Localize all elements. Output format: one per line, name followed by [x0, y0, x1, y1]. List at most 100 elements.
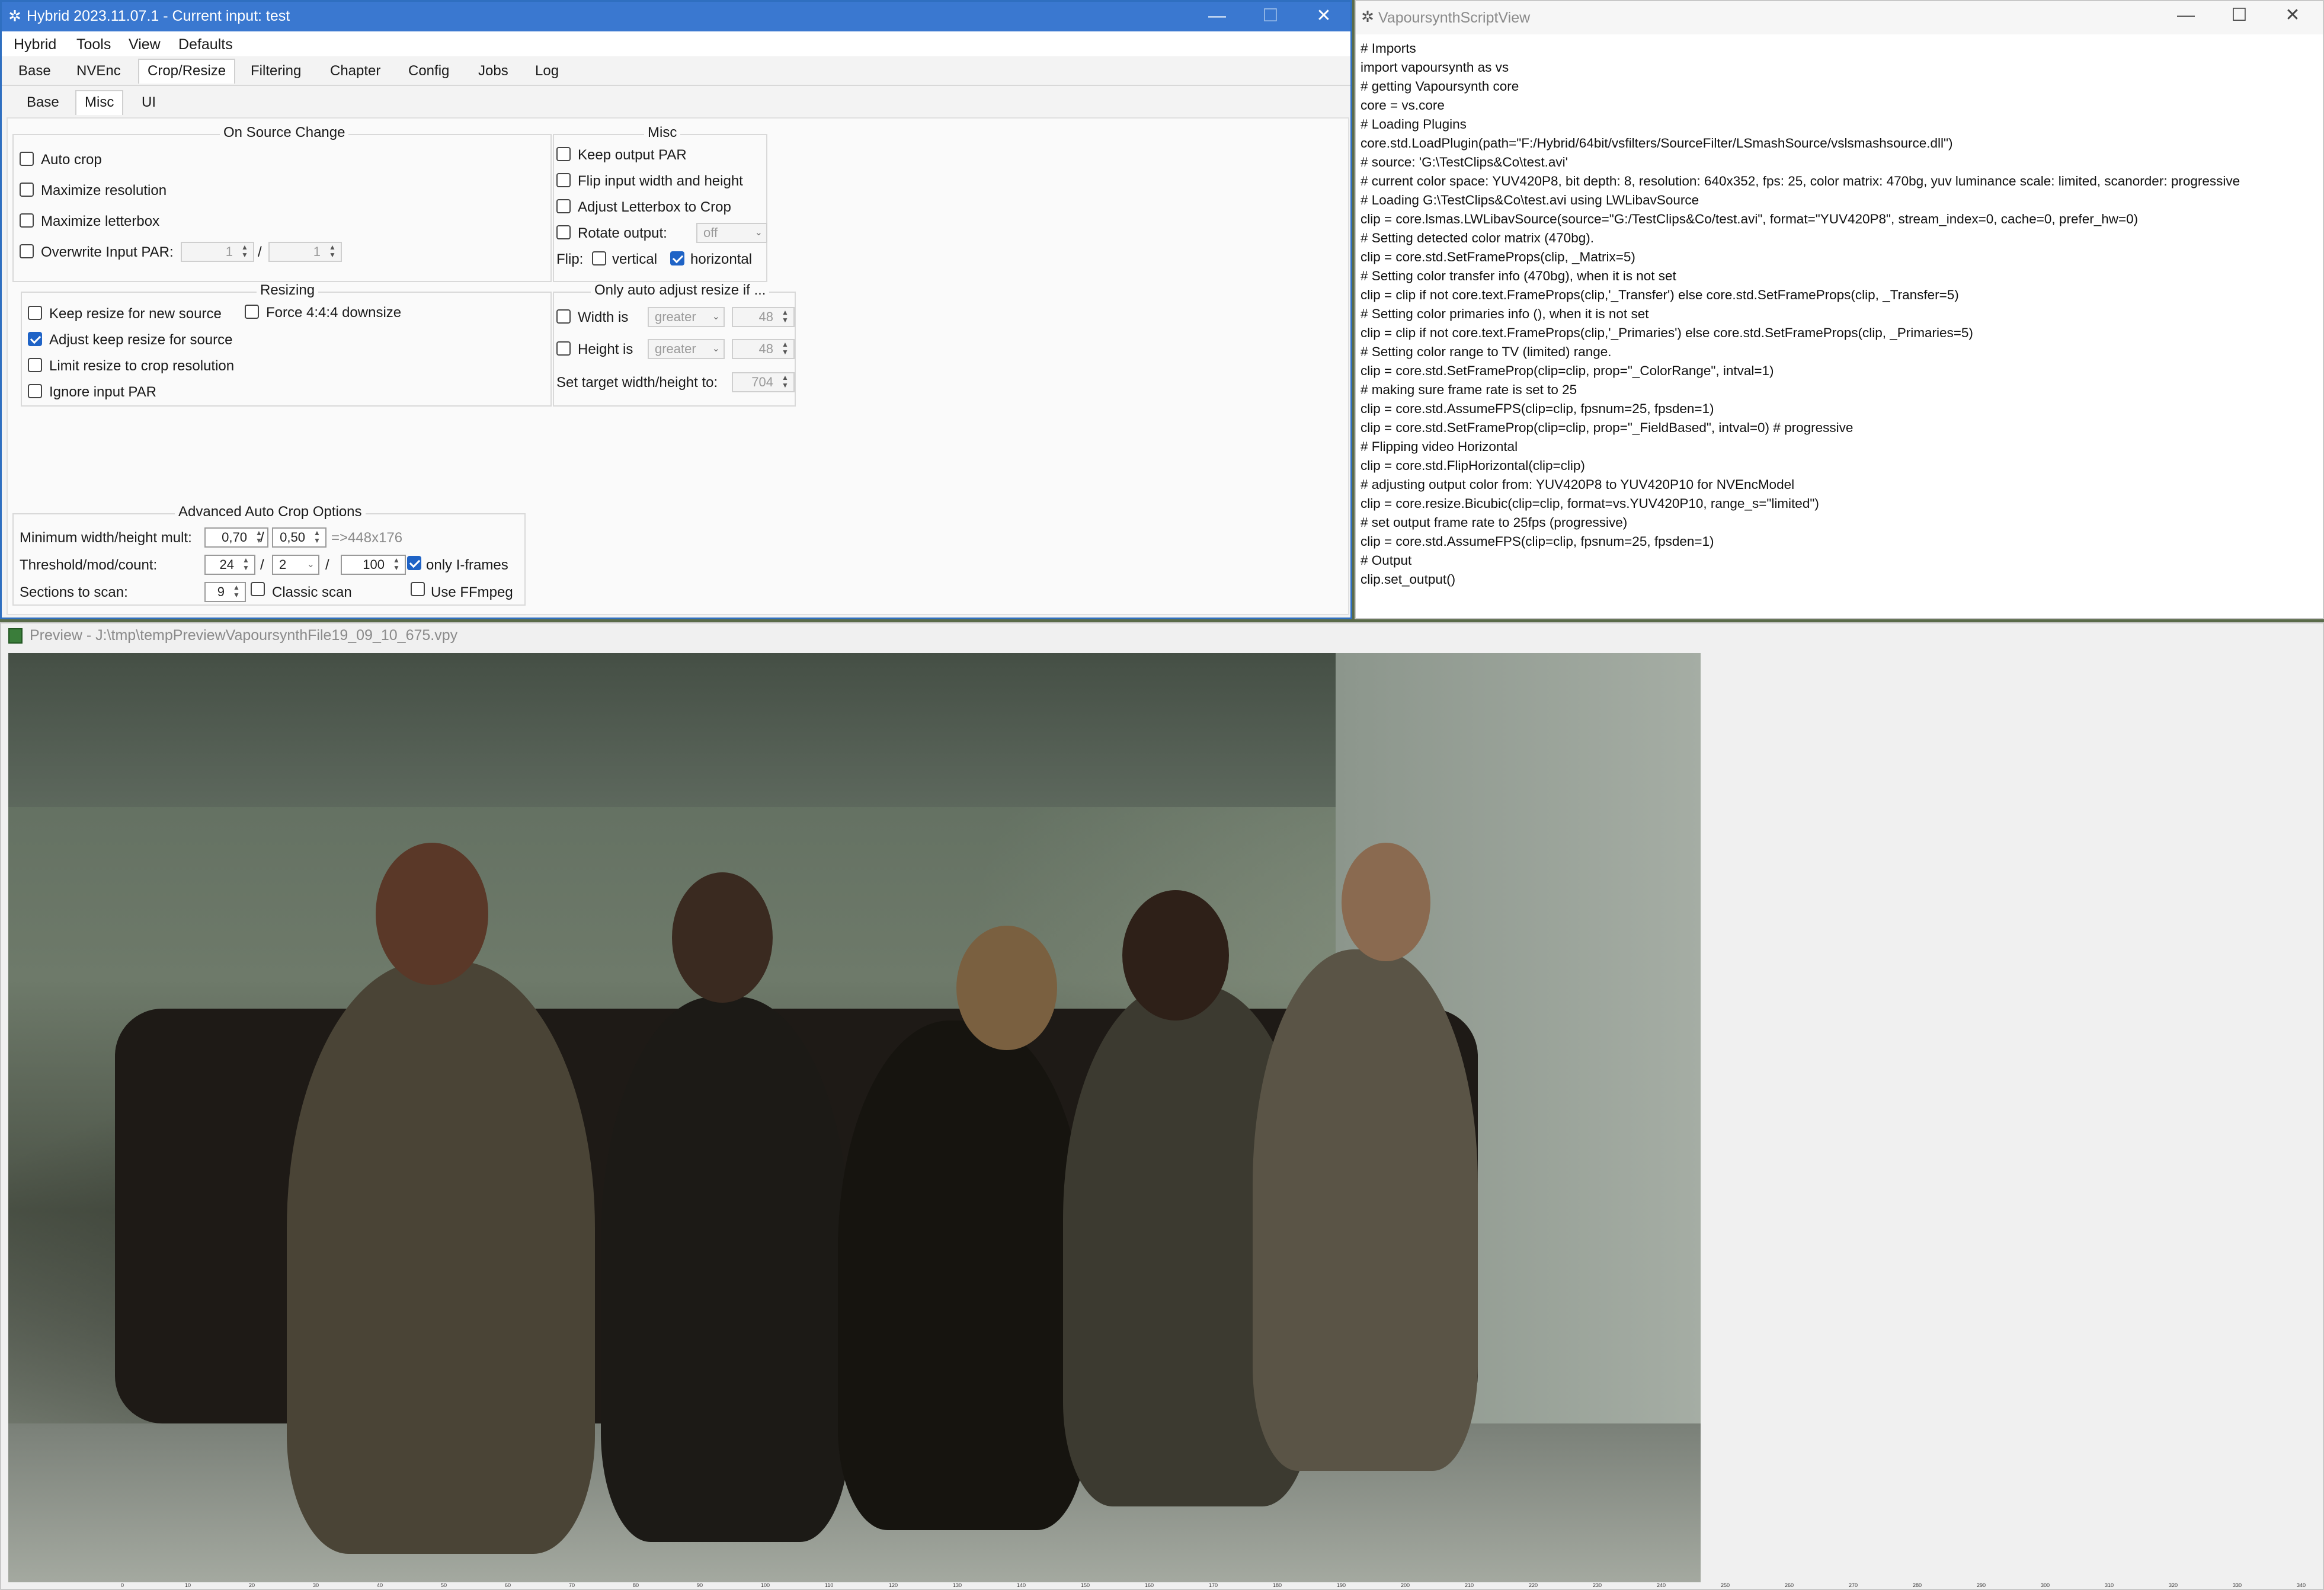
script-line: clip = core.std.AssumeFPS(clip=clip, fps…: [1361, 534, 1714, 549]
ruler-tick-label: 130: [953, 1582, 962, 1588]
script-line: # Loading Plugins: [1361, 117, 1467, 132]
classic-scan-checkbox[interactable]: [251, 582, 265, 596]
keep-resize-label: Keep resize for new source: [49, 306, 222, 322]
height-is-checkbox[interactable]: [556, 341, 571, 356]
count-spinbox[interactable]: 100 ▲ ▼: [341, 555, 406, 575]
rotate-output-select[interactable]: off ⌄: [696, 223, 767, 243]
chevron-down-icon: ⌄: [754, 228, 763, 238]
mult-separator: /: [260, 530, 264, 546]
sections-spinbox[interactable]: 9 ▲ ▼: [204, 582, 246, 602]
spin-arrows-icon: ▲ ▼: [313, 529, 321, 545]
adv-crop-title: Advanced Auto Crop Options: [175, 504, 366, 520]
person-3-head: [956, 926, 1057, 1050]
rotate-output-checkbox[interactable]: [556, 225, 571, 239]
ruler-tick-label: 50: [441, 1582, 447, 1588]
minimize-button[interactable]: —: [2159, 1, 2213, 31]
script-text-area[interactable]: # Imports import vapoursynth as vs # getti…: [1361, 39, 2320, 589]
flip-horizontal-label: horizontal: [690, 251, 753, 267]
resizing-title: Resizing: [257, 282, 319, 299]
video-frame[interactable]: [8, 653, 1701, 1582]
use-ffmpeg-checkbox[interactable]: [411, 582, 425, 596]
menu-hybrid[interactable]: Hybrid: [14, 36, 56, 53]
keep-output-par-checkbox[interactable]: [556, 147, 571, 161]
limit-resize-checkbox[interactable]: [28, 358, 42, 372]
script-line: # set output frame rate to 25fps (progre…: [1361, 515, 1628, 530]
ruler-tick-label: 330: [2233, 1582, 2242, 1588]
target-size-spinbox[interactable]: 704 ▲ ▼: [732, 372, 795, 392]
script-line: clip = core.resize.Bicubic(clip=clip, fo…: [1361, 496, 1819, 511]
script-line: # current color space: YUV420P8, bit dep…: [1361, 174, 2240, 188]
adjust-keep-resize-checkbox[interactable]: [28, 332, 42, 346]
overwrite-input-par-label: Overwrite Input PAR:: [41, 244, 174, 260]
preview-window: Preview - J:\tmp\tempPreviewVapoursynthF…: [0, 622, 2324, 1590]
par-denominator-spinbox[interactable]: 1 ▲ ▼: [268, 242, 342, 262]
overwrite-input-par-checkbox[interactable]: [20, 244, 34, 258]
flip-horizontal-checkbox[interactable]: [670, 251, 684, 265]
script-view-titlebar[interactable]: ✲ VapoursynthScriptView — ☐ ✕: [1356, 1, 2323, 34]
mod-select[interactable]: 2 ⌄: [272, 555, 319, 575]
minimize-button[interactable]: —: [1190, 2, 1244, 31]
tab-log[interactable]: Log: [527, 60, 567, 82]
spin-arrows-icon: ▲ ▼: [242, 556, 249, 572]
subtab-misc[interactable]: Misc: [75, 90, 124, 115]
only-iframes-checkbox[interactable]: [407, 556, 421, 570]
keep-resize-checkbox[interactable]: [28, 306, 42, 320]
person-2: [601, 997, 850, 1542]
ignore-par-checkbox[interactable]: [28, 384, 42, 398]
script-view-title: VapoursynthScriptView: [1378, 9, 1531, 26]
maximize-letterbox-checkbox[interactable]: [20, 213, 34, 228]
subtab-base[interactable]: Base: [18, 91, 68, 114]
tab-config[interactable]: Config: [400, 60, 457, 82]
mod-value: 2: [279, 557, 287, 572]
maximize-button[interactable]: ☐: [1244, 2, 1297, 31]
tab-jobs[interactable]: Jobs: [470, 60, 517, 82]
threshold-separator: /: [260, 557, 264, 573]
threshold-spinbox[interactable]: 24 ▲ ▼: [204, 555, 255, 575]
use-ffmpeg-label: Use FFmpeg: [431, 584, 513, 600]
min-height-mult-spinbox[interactable]: 0,50 ▲ ▼: [272, 527, 326, 548]
subtab-ui[interactable]: UI: [133, 91, 164, 114]
tab-chapter[interactable]: Chapter: [322, 60, 389, 82]
min-width-mult-spinbox[interactable]: 0,70 ▲ ▼: [204, 527, 268, 548]
hybrid-titlebar[interactable]: ✲ Hybrid 2023.11.07.1 - Current input: t…: [2, 2, 1350, 31]
height-threshold-spinbox[interactable]: 48 ▲ ▼: [732, 339, 795, 359]
menu-tools[interactable]: Tools: [76, 36, 111, 53]
width-compare-select[interactable]: greater ⌄: [648, 307, 725, 327]
flip-vertical-checkbox[interactable]: [592, 251, 606, 265]
force-444-checkbox[interactable]: [245, 305, 259, 319]
ruler-tick-label: 190: [1337, 1582, 1346, 1588]
ruler-tick-label: 230: [1593, 1582, 1602, 1588]
maximize-resolution-checkbox[interactable]: [20, 183, 34, 197]
height-threshold-value: 48: [758, 341, 773, 356]
main-tabbar: Base NVEnc Crop/Resize Filtering Chapter…: [2, 56, 1350, 86]
only-auto-adjust-title: Only auto adjust resize if ...: [591, 282, 770, 299]
tab-nvenc[interactable]: NVEnc: [68, 60, 129, 82]
misc-panel: On Source Change Auto crop Maximize reso…: [7, 117, 1349, 615]
menu-defaults[interactable]: Defaults: [178, 36, 233, 53]
maximize-button[interactable]: ☐: [2213, 1, 2266, 31]
script-view-window: ✲ VapoursynthScriptView — ☐ ✕ # Imports i…: [1355, 0, 2324, 619]
tab-filtering[interactable]: Filtering: [242, 60, 309, 82]
ruler-tick-label: 160: [1145, 1582, 1154, 1588]
auto-crop-checkbox[interactable]: [20, 152, 34, 166]
width-threshold-spinbox[interactable]: 48 ▲ ▼: [732, 307, 795, 327]
script-line: # Setting color range to TV (limited) ra…: [1361, 344, 1612, 359]
menu-view[interactable]: View: [129, 36, 161, 53]
hybrid-app-icon: ✲: [8, 7, 21, 25]
close-button[interactable]: ✕: [1297, 2, 1350, 31]
script-line: # Flipping video Horizontal: [1361, 439, 1518, 454]
adjust-letterbox-checkbox[interactable]: [556, 199, 571, 213]
ruler-tick-label: 320: [2169, 1582, 2178, 1588]
height-compare-select[interactable]: greater ⌄: [648, 339, 725, 359]
timeline-ruler[interactable]: 0 10 20 30 40 50 60 70 80 90 100 110 120 130 140 150 160…: [8, 1582, 2319, 1589]
width-is-checkbox[interactable]: [556, 309, 571, 324]
sections-label: Sections to scan:: [20, 584, 128, 600]
person-2-head: [672, 872, 773, 1003]
flip-input-wh-checkbox[interactable]: [556, 173, 571, 187]
ruler-tick-label: 340: [2297, 1582, 2306, 1588]
tab-crop-resize[interactable]: Crop/Resize: [138, 59, 236, 84]
script-line: clip = core.lsmas.LWLibavSource(source="…: [1361, 212, 2139, 226]
par-numerator-spinbox[interactable]: 1 ▲ ▼: [181, 242, 254, 262]
close-button[interactable]: ✕: [2266, 1, 2319, 31]
tab-base[interactable]: Base: [10, 60, 59, 82]
